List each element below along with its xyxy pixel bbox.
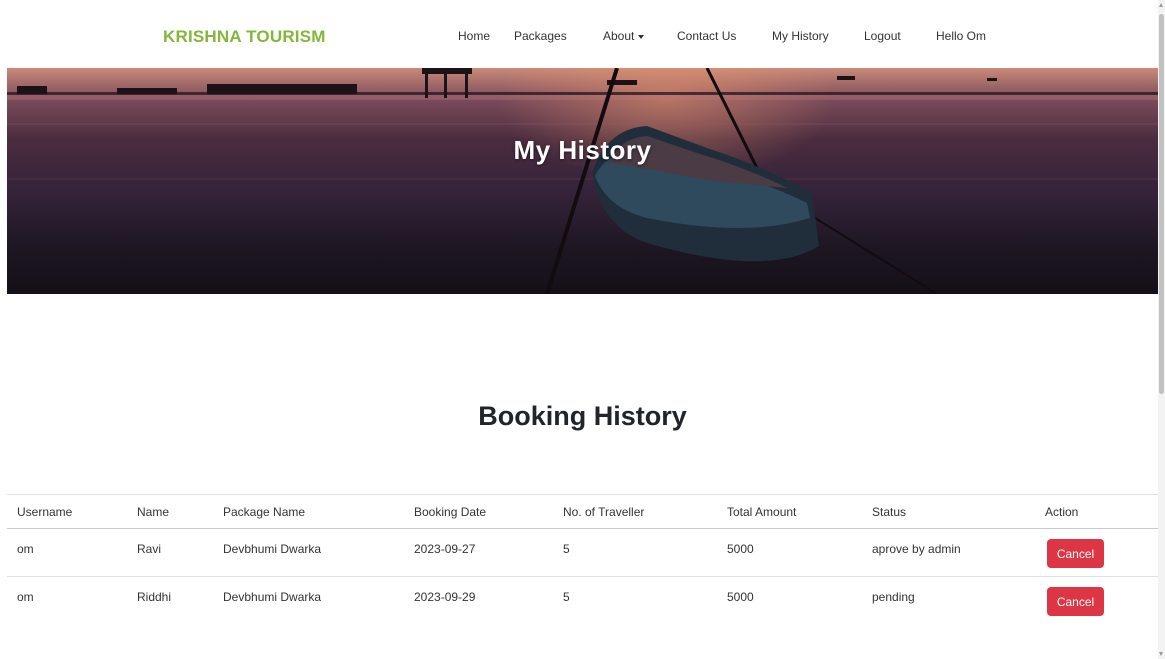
cell-no-of-traveller: 5 bbox=[563, 590, 570, 604]
nav-user-greeting[interactable]: Hello Om bbox=[936, 29, 986, 43]
nav-packages[interactable]: Packages bbox=[514, 29, 567, 43]
cancel-button[interactable]: Cancel bbox=[1047, 539, 1104, 568]
scrollbar-thumb[interactable] bbox=[1159, 14, 1164, 394]
nav-about-label: About bbox=[603, 29, 635, 43]
header-status: Status bbox=[872, 505, 907, 519]
header-username: Username bbox=[17, 505, 73, 519]
page: KRISHNA TOURISM Home Packages About Cont… bbox=[0, 0, 1165, 659]
nav-contact[interactable]: Contact Us bbox=[677, 29, 736, 43]
nav-my-history[interactable]: My History bbox=[772, 29, 829, 43]
cell-username: om bbox=[17, 590, 34, 604]
scroll-up-icon[interactable] bbox=[1159, 3, 1163, 7]
nav-home[interactable]: Home bbox=[458, 29, 490, 43]
booking-history-table: Username Name Package Name Booking Date … bbox=[7, 494, 1158, 624]
table-row: om Riddhi Devbhumi Dwarka 2023-09-29 5 5… bbox=[7, 577, 1158, 624]
header-name: Name bbox=[137, 505, 170, 519]
chevron-down-icon bbox=[638, 34, 645, 39]
cell-status: aprove by admin bbox=[872, 542, 961, 556]
cell-name: Ravi bbox=[137, 542, 162, 556]
header-action: Action bbox=[1045, 505, 1079, 519]
table-row: om Ravi Devbhumi Dwarka 2023-09-27 5 500… bbox=[7, 529, 1158, 577]
cell-booking-date: 2023-09-27 bbox=[414, 542, 476, 556]
header-no-of-traveller: No. of Traveller bbox=[563, 505, 645, 519]
hero-background-image bbox=[7, 68, 1158, 294]
cancel-button[interactable]: Cancel bbox=[1047, 587, 1104, 616]
cell-total-amount: 5000 bbox=[727, 590, 754, 604]
brand-logo[interactable]: KRISHNA TOURISM bbox=[163, 27, 326, 47]
nav-logout[interactable]: Logout bbox=[864, 29, 901, 43]
cell-package-name: Devbhumi Dwarka bbox=[223, 590, 322, 604]
header-total-amount: Total Amount bbox=[727, 505, 797, 519]
cell-no-of-traveller: 5 bbox=[563, 542, 570, 556]
vertical-scrollbar[interactable] bbox=[1158, 0, 1165, 659]
cell-booking-date: 2023-09-29 bbox=[414, 590, 476, 604]
hero-banner: My History bbox=[7, 68, 1158, 294]
header-booking-date: Booking Date bbox=[414, 505, 487, 519]
hero-title: My History bbox=[513, 135, 652, 165]
cell-total-amount: 5000 bbox=[727, 542, 754, 556]
scroll-down-icon[interactable] bbox=[1159, 652, 1163, 656]
navbar: KRISHNA TOURISM Home Packages About Cont… bbox=[0, 0, 1158, 68]
table-header-row: Username Name Package Name Booking Date … bbox=[7, 495, 1158, 529]
section-title: Booking History bbox=[478, 401, 687, 431]
cell-package-name: Devbhumi Dwarka bbox=[223, 542, 322, 556]
cell-name: Riddhi bbox=[137, 590, 172, 604]
cell-status: pending bbox=[872, 590, 915, 604]
nav-about[interactable]: About bbox=[603, 29, 645, 43]
cell-username: om bbox=[17, 542, 34, 556]
header-package-name: Package Name bbox=[223, 505, 306, 519]
